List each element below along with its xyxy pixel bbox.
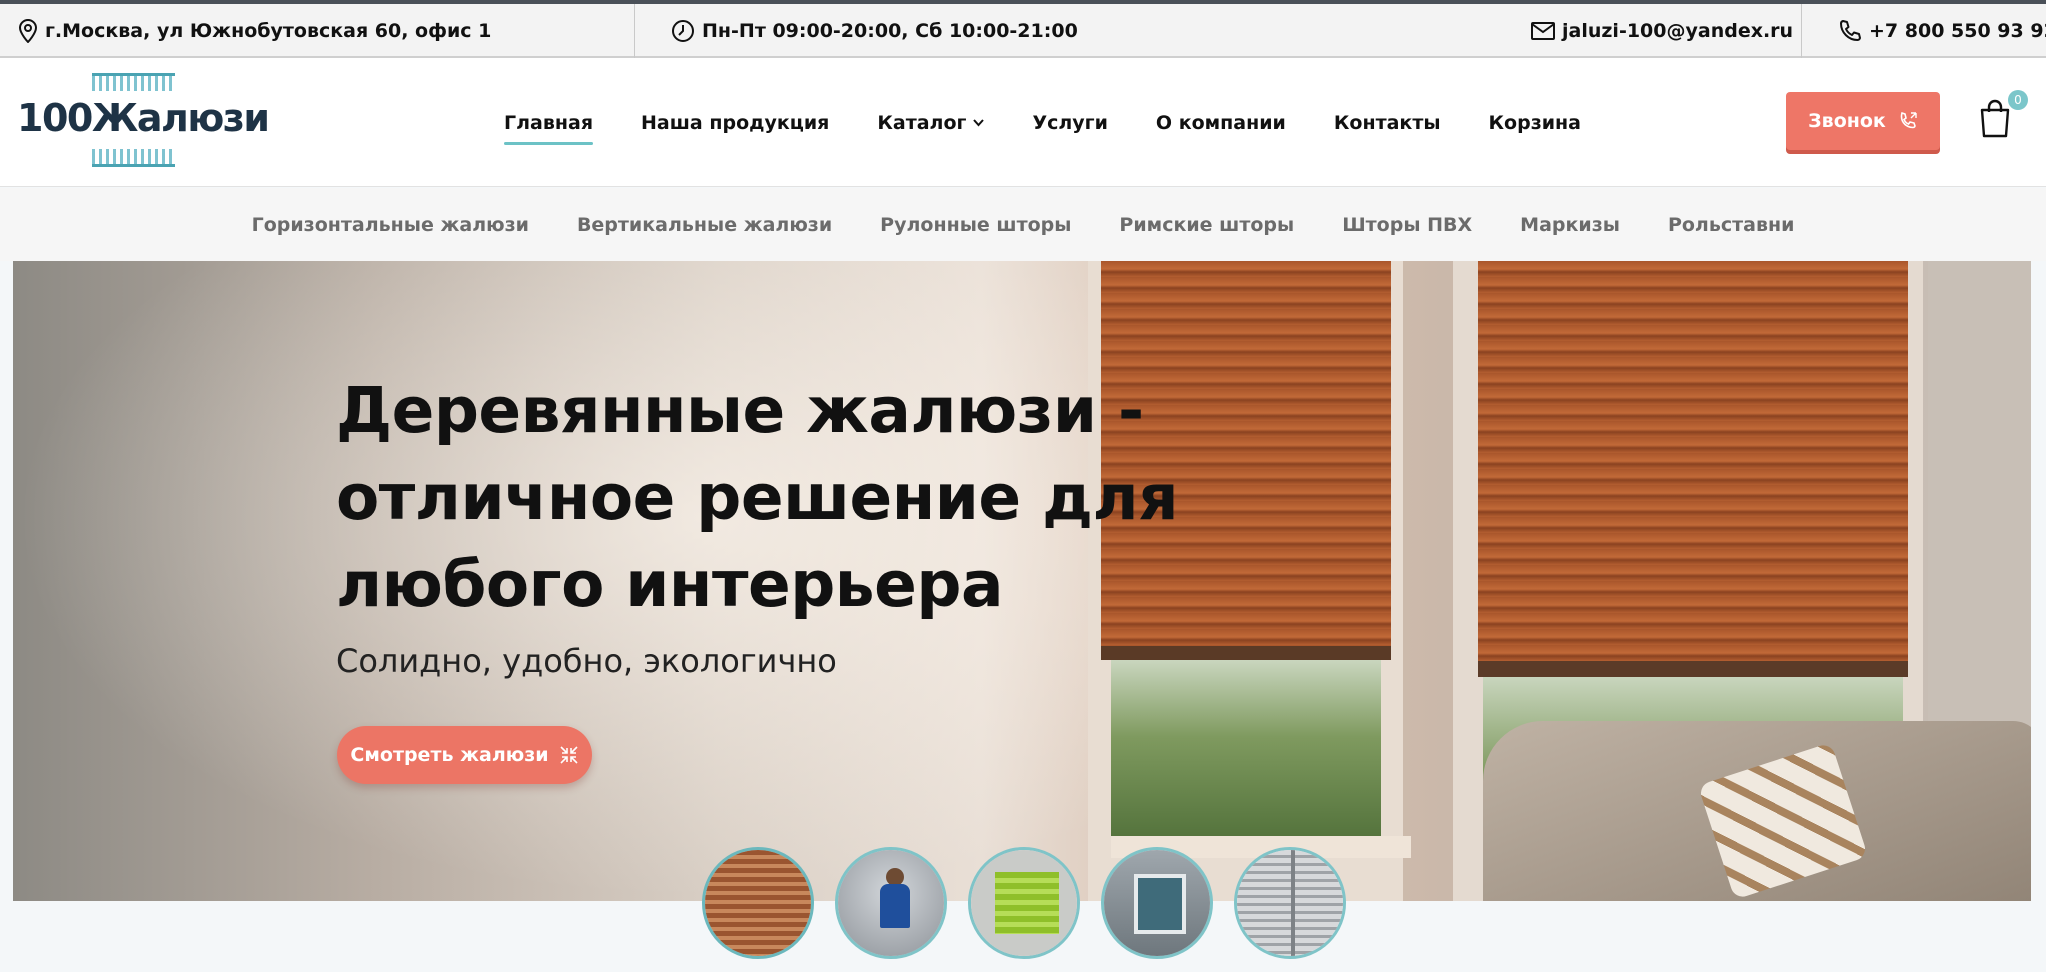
cart-count-badge: 0 bbox=[2008, 90, 2028, 110]
view-blinds-button-label: Смотреть жалюзи bbox=[350, 744, 549, 766]
logo-text: 100Жалюзи bbox=[17, 96, 270, 140]
slide-thumb-installer[interactable] bbox=[835, 847, 947, 959]
nav-contacts-label: Контакты bbox=[1333, 111, 1441, 134]
nav-catalog[interactable]: Каталог bbox=[877, 111, 985, 134]
mail-icon bbox=[1531, 22, 1555, 40]
view-blinds-button[interactable]: Смотреть жалюзи bbox=[337, 726, 592, 784]
slide-thumb-wood-blinds[interactable] bbox=[702, 847, 814, 959]
hero-slider: Деревянные жалюзи - отличное решение для… bbox=[13, 261, 2031, 901]
nav-services-label: Услуги bbox=[1032, 111, 1108, 134]
nav-home-label: Главная bbox=[504, 111, 594, 134]
main-nav: Главная Наша продукция Каталог Услуги О … bbox=[504, 58, 1629, 187]
nav-products-label: Наша продукция bbox=[641, 111, 830, 134]
location-pin-icon bbox=[18, 19, 38, 43]
main-header: 100Жалюзи Главная Наша продукция Каталог… bbox=[0, 58, 2046, 187]
category-nav: Горизонтальные жалюзи Вертикальные жалюз… bbox=[0, 188, 2046, 261]
category-shutters[interactable]: Рольставни bbox=[1668, 214, 1794, 236]
category-pvc[interactable]: Шторы ПВХ bbox=[1342, 214, 1472, 236]
slide-thumb-green-blinds[interactable] bbox=[968, 847, 1080, 959]
nav-cart[interactable]: Корзина bbox=[1489, 112, 1582, 134]
slide-thumb-shutters[interactable] bbox=[1234, 847, 1346, 959]
slide-thumb-roller-blinds[interactable] bbox=[1101, 847, 1213, 959]
site-logo[interactable]: 100Жалюзи bbox=[17, 73, 270, 169]
address-info: г.Москва, ул Южнобутовская 60, офис 1 bbox=[18, 4, 491, 58]
category-roller[interactable]: Рулонные шторы bbox=[880, 214, 1071, 236]
chevron-down-icon bbox=[973, 118, 985, 126]
slider-thumbnails bbox=[702, 847, 1367, 959]
category-awnings[interactable]: Маркизы bbox=[1520, 214, 1620, 236]
phone-icon bbox=[1840, 20, 1861, 41]
category-vertical[interactable]: Вертикальные жалюзи bbox=[577, 214, 832, 236]
hero-title: Деревянные жалюзи - отличное решение для… bbox=[336, 367, 1179, 628]
nav-services[interactable]: Услуги bbox=[1032, 112, 1107, 134]
nav-contacts[interactable]: Контакты bbox=[1334, 112, 1441, 134]
hours-info: Пн-Пт 09:00-20:00, Сб 10:00-21:00 bbox=[671, 4, 1078, 58]
divider bbox=[634, 4, 635, 58]
nav-home[interactable]: Главная bbox=[504, 111, 594, 145]
shrink-arrows-icon bbox=[559, 746, 578, 764]
hero-title-line-3: любого интерьера bbox=[336, 548, 1003, 621]
call-button-label: Звонок bbox=[1808, 110, 1886, 132]
category-roman[interactable]: Римские шторы bbox=[1119, 214, 1294, 236]
nav-products[interactable]: Наша продукция bbox=[641, 112, 829, 134]
shopping-bag-icon[interactable] bbox=[1977, 98, 2013, 138]
category-horizontal[interactable]: Горизонтальные жалюзи bbox=[252, 214, 529, 236]
nav-cart-label: Корзина bbox=[1488, 111, 1582, 134]
nav-about[interactable]: О компании bbox=[1156, 112, 1286, 134]
top-bar: г.Москва, ул Южнобутовская 60, офис 1 Пн… bbox=[0, 0, 2046, 58]
divider bbox=[1801, 4, 1802, 58]
phone-info[interactable]: +7 800 550 93 92 bbox=[1838, 4, 2046, 58]
hours-text: Пн-Пт 09:00-20:00, Сб 10:00-21:00 bbox=[702, 20, 1078, 42]
hero-subtitle: Солидно, удобно, экологично bbox=[336, 642, 837, 680]
phone-call-icon bbox=[1900, 111, 1917, 129]
hero-title-line-1: Деревянные жалюзи - bbox=[336, 374, 1144, 447]
email-info[interactable]: jaluzi-100@yandex.ru bbox=[1531, 4, 1793, 58]
address-text: г.Москва, ул Южнобутовская 60, офис 1 bbox=[45, 20, 492, 42]
hero-title-line-2: отличное решение для bbox=[336, 461, 1179, 534]
phone-link[interactable]: +7 800 550 93 92 bbox=[1869, 20, 2046, 42]
call-button[interactable]: Звонок bbox=[1786, 92, 1940, 150]
nav-about-label: О компании bbox=[1155, 111, 1286, 134]
nav-catalog-label: Каталог bbox=[877, 111, 967, 134]
email-link[interactable]: jaluzi-100@yandex.ru bbox=[1562, 20, 1793, 42]
clock-icon bbox=[672, 20, 694, 42]
